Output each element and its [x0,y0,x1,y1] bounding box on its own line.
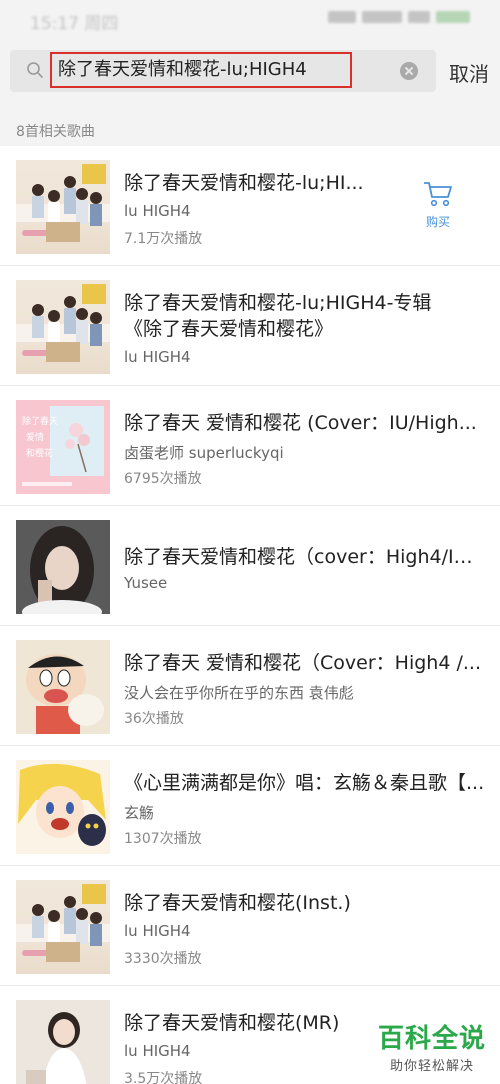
album-cover [16,160,110,254]
song-title: 《心里满满都是你》唱：玄觞＆秦且歌【... [124,772,485,794]
song-artist: 玄觞 [124,804,155,822]
buy-button[interactable]: 购买 [420,180,456,230]
album-cover: 除了春天 爱情 和樱花 [16,400,110,494]
song-title: 除了春天 爱情和樱花 (Cover：IU/High... [124,412,477,434]
song-artist: lu HIGH4 [124,1042,191,1060]
album-cover [16,640,110,734]
song-artist: Yusee [124,574,168,592]
song-row[interactable]: 除了春天爱情和樱花-lu;HIGH4-专辑 《除了春天爱情和樱花》 lu HIG… [0,266,500,386]
results-count-bar: 8首相关歌曲 [0,110,500,146]
portrait-image [16,1000,110,1084]
album-cover [16,280,110,374]
song-row[interactable]: 除了春天爱情和樱花-lu;HI... lu HIGH4 7.1万次播放 购买 [0,146,500,266]
search-box[interactable]: 除了春天爱情和樱花-lu;HIGH4 [10,50,436,92]
status-bar: 15:17 周四 [0,0,500,38]
group-photo-image [16,884,110,962]
svg-text:和樱花: 和樱花 [26,447,53,459]
network-icon [362,11,402,23]
song-row[interactable]: 除了春天爱情和樱花(Inst.) lu HIGH4 3330次播放 [0,866,500,986]
watermark-title: 百科全说 [377,1024,486,1054]
song-row[interactable]: 除了春天 爱情和樱花（Cover：High4 /... 没人会在乎你所在乎的东西… [0,626,500,746]
play-count: 3330次播放 [124,951,202,967]
cancel-button[interactable]: 取消 [449,58,489,87]
search-icon [27,62,43,78]
song-artist: lu HIGH4 [124,202,191,220]
cartoon-image [16,640,110,734]
cover-text: 除了春天 [22,415,58,427]
watermark-logo: 百科全说 助你轻松解决 [378,1018,486,1074]
song-row[interactable]: 《心里满满都是你》唱：玄觞＆秦且歌【... 玄觞 1307次播放 [0,746,500,866]
group-photo-image [16,164,110,242]
wifi-icon [408,11,430,23]
battery-icon [436,11,470,23]
signal-icon [328,11,356,23]
portrait-image [16,520,110,614]
group-photo-image [16,284,110,362]
song-row[interactable]: 除了春天 爱情 和樱花 除了春天 爱情和樱花 (Cover：IU/High...… [0,386,500,506]
clear-icon[interactable] [400,62,418,80]
search-header: 除了春天爱情和樱花-lu;HIGH4 取消 [0,38,500,110]
song-artist: 卤蛋老师 superluckyqi [124,444,284,462]
song-list: 除了春天爱情和樱花-lu;HI... lu HIGH4 7.1万次播放 购买 除… [0,146,500,1084]
song-title: 除了春天 爱情和樱花（Cover：High4 /... [124,652,481,674]
status-time: 15:17 周四 [30,14,119,34]
search-input[interactable]: 除了春天爱情和樱花-lu;HIGH4 [50,52,352,88]
album-cover [16,760,110,854]
status-icons [328,11,470,23]
album-cover [16,880,110,974]
pink-cover-image: 除了春天 爱情 和樱花 [22,406,104,486]
song-title: 除了春天爱情和樱花-lu;HIGH4-专辑 [124,292,432,314]
play-count: 3.5万次播放 [124,1071,203,1084]
play-count: 6795次播放 [124,471,202,487]
song-title: 除了春天爱情和樱花(Inst.) [124,892,351,914]
play-count: 1307次播放 [124,831,202,847]
song-artist: lu HIGH4 [124,348,191,366]
album-cover [16,1000,110,1084]
song-row[interactable]: 除了春天爱情和樱花（cover：High4/IU） Yusee [0,506,500,626]
play-count: 36次播放 [124,711,184,727]
cart-icon [424,182,452,207]
buy-label: 购买 [425,215,450,229]
svg-text:爱情: 爱情 [26,431,44,443]
song-artist: 没人会在乎你所在乎的东西 袁伟彪 [124,684,354,702]
song-title: 除了春天爱情和樱花（cover：High4/IU） [124,546,486,568]
play-count: 7.1万次播放 [124,231,203,247]
results-count: 8首相关歌曲 [16,124,95,140]
song-artist: lu HIGH4 [124,922,191,940]
song-title-line2: 《除了春天爱情和樱花》 [124,318,334,340]
watermark-subtitle: 助你轻松解决 [389,1059,474,1074]
anime-image [16,760,110,854]
album-cover [16,520,110,614]
